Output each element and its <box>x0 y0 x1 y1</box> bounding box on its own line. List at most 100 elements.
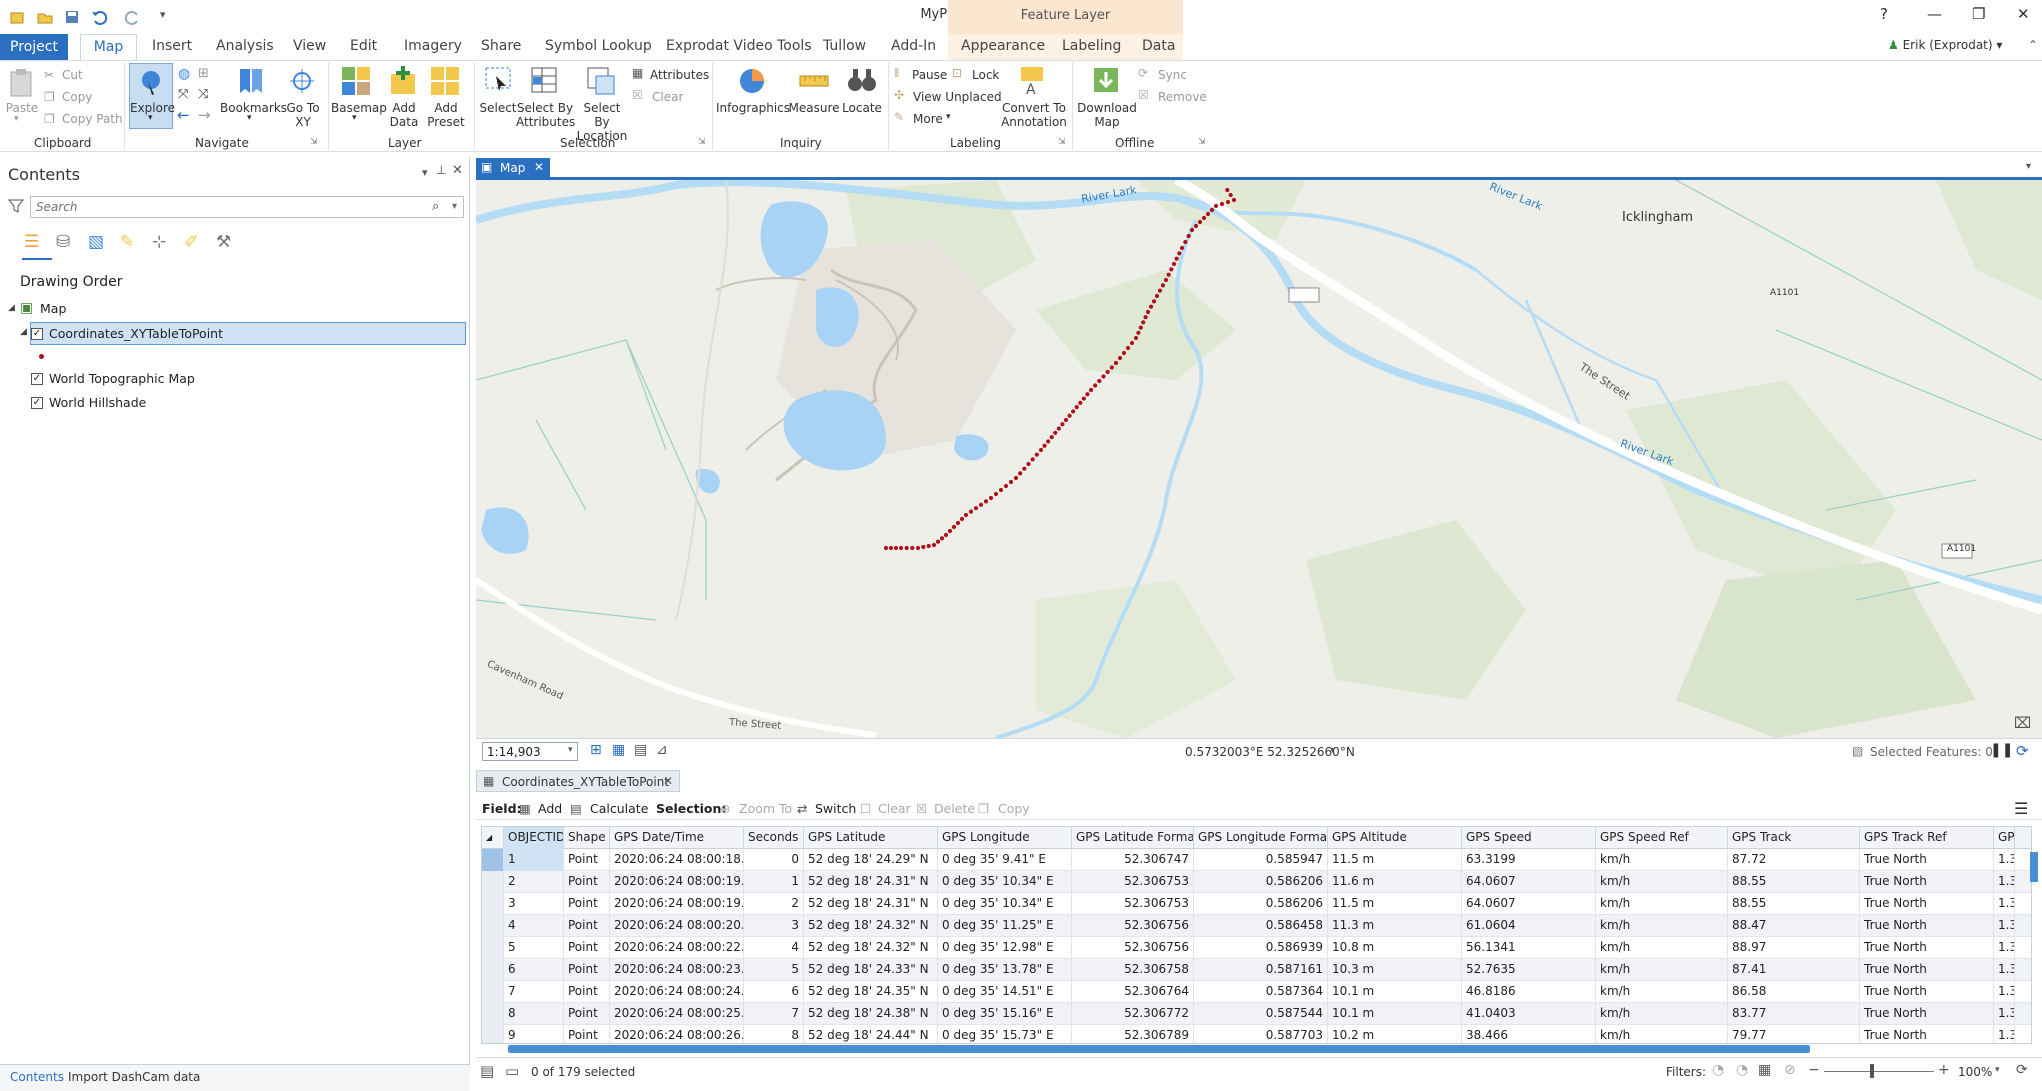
row-selector[interactable] <box>482 959 504 981</box>
add-data-button[interactable]: Add Data <box>383 101 425 129</box>
table-cell[interactable]: 52.306753 <box>1072 893 1194 915</box>
pane-menu-icon[interactable]: ▾ <box>422 166 428 179</box>
table-cell[interactable]: 52.7635 <box>1462 959 1596 981</box>
table-cell[interactable]: 1 <box>504 849 564 871</box>
table-cell[interactable]: 52 deg 18' 24.33" N <box>804 959 938 981</box>
gps-point[interactable] <box>888 545 894 551</box>
paste-icon[interactable] <box>5 66 39 100</box>
table-cell[interactable]: 52.306756 <box>1072 937 1194 959</box>
copy-path-button[interactable]: Copy Path <box>62 112 123 126</box>
labeling-launcher-icon[interactable]: ⇲ <box>1058 137 1066 147</box>
gps-point[interactable] <box>1088 387 1094 393</box>
gps-point[interactable] <box>1151 299 1157 304</box>
sync-button[interactable]: Sync <box>1158 68 1187 82</box>
gps-point[interactable] <box>1046 439 1051 444</box>
table-cell[interactable]: km/h <box>1596 915 1728 937</box>
gps-point[interactable] <box>1026 461 1031 467</box>
zoom-slider-thumb[interactable] <box>1870 1064 1874 1078</box>
table-cell[interactable]: 0 <box>744 849 804 871</box>
row-selector[interactable] <box>482 871 504 893</box>
gps-point[interactable] <box>1201 215 1207 221</box>
table-cell[interactable]: True North <box>1860 893 1994 915</box>
gps-point[interactable] <box>1093 383 1098 388</box>
gps-point[interactable] <box>1174 256 1179 261</box>
gps-point[interactable] <box>1056 426 1061 431</box>
refresh-table-icon[interactable]: ⟳ <box>2016 1062 2028 1078</box>
table-cell[interactable]: 0 deg 35' 9.41" E <box>938 849 1072 871</box>
table-cell[interactable]: True North <box>1860 1025 1994 1043</box>
copy-button[interactable]: Copy <box>62 90 92 104</box>
pause-labels-button[interactable]: Pause <box>912 68 947 82</box>
column-header[interactable]: Shape <box>564 827 610 849</box>
table-cell[interactable]: 0 deg 35' 10.34" E <box>938 893 1072 915</box>
column-header[interactable]: GPS Longitude Format <box>1194 827 1328 849</box>
table-view-icon[interactable]: ▤ <box>634 742 647 758</box>
layer-visibility-checkbox[interactable]: ✓ <box>31 328 43 340</box>
next-extent-icon[interactable]: → <box>198 106 211 124</box>
close-pane-icon[interactable]: ✕ <box>452 163 463 178</box>
pause-drawing-icon[interactable]: ❚❚ <box>1990 742 2013 758</box>
gps-point[interactable] <box>988 495 994 501</box>
gps-point[interactable] <box>1113 360 1119 366</box>
row-selector[interactable] <box>482 981 504 1003</box>
gps-point[interactable] <box>1101 374 1106 379</box>
zoom-slider-track[interactable] <box>1824 1071 1934 1072</box>
gps-point[interactable] <box>959 516 965 522</box>
gps-point[interactable] <box>1071 409 1076 414</box>
convert-to-annotation-button[interactable]: Convert To Annotation <box>1000 101 1068 129</box>
snapping-icon[interactable]: ⊞ <box>590 742 602 758</box>
gps-point[interactable] <box>1141 320 1146 325</box>
table-options-menu-icon[interactable]: ☰ <box>2014 799 2028 818</box>
table-cell[interactable]: 0.587161 <box>1194 959 1328 981</box>
table-cell[interactable]: 1.31 <box>1994 1003 2015 1025</box>
table-cell[interactable]: 64.0607 <box>1462 871 1596 893</box>
filter-icon[interactable] <box>8 198 24 214</box>
gps-point[interactable] <box>1209 207 1215 213</box>
tab-exprodat-video-tools[interactable]: Exprodat Video Tools <box>666 38 812 54</box>
table-cell[interactable]: 3 <box>504 893 564 915</box>
more-labeling-button[interactable]: More <box>913 112 943 126</box>
gps-point[interactable] <box>1163 277 1169 283</box>
selection-view-icon[interactable]: ▧ <box>88 232 104 252</box>
table-cell[interactable]: True North <box>1860 915 1994 937</box>
filter-extent-icon[interactable]: ◔ <box>1712 1062 1724 1078</box>
collapse-ribbon-icon[interactable]: ⌃ <box>2028 38 2038 52</box>
table-cell[interactable]: 64.0607 <box>1462 893 1596 915</box>
table-cell[interactable]: 2 <box>744 893 804 915</box>
table-cell[interactable]: 1.31 <box>1994 981 2015 1003</box>
column-header[interactable]: GPS Altitude <box>1328 827 1462 849</box>
table-cell[interactable]: 2020:06:24 08:00:18.00Z <box>610 849 744 871</box>
table-cell[interactable]: 1.32 <box>1994 893 2015 915</box>
table-cell[interactable]: 6 <box>744 981 804 1003</box>
gps-point[interactable] <box>898 545 904 551</box>
add-preset-button[interactable]: Add Preset <box>424 101 468 129</box>
layer-name[interactable]: World Topographic Map <box>49 371 195 386</box>
gps-point[interactable] <box>1022 466 1027 471</box>
switch-selection-button[interactable]: Switch <box>815 801 856 816</box>
table-cell[interactable]: 10.2 m <box>1328 1025 1462 1043</box>
selection-launcher-icon[interactable]: ⇲ <box>698 137 706 147</box>
table-cell[interactable]: 88.55 <box>1728 871 1860 893</box>
table-cell[interactable]: 1.32 <box>1994 871 2015 893</box>
gps-point[interactable] <box>1008 479 1014 485</box>
table-cell[interactable]: Point <box>564 849 610 871</box>
gps-point[interactable] <box>1213 203 1219 209</box>
gps-point[interactable] <box>915 545 921 551</box>
table-cell[interactable]: 11.5 m <box>1328 849 1462 871</box>
table-cell[interactable]: 8 <box>744 1025 804 1043</box>
table-cell[interactable]: 1.31 <box>1994 937 2015 959</box>
table-cell[interactable]: 41.0403 <box>1462 1003 1596 1025</box>
select-all-corner[interactable]: ◢ <box>482 827 504 849</box>
explore-dropdown-icon[interactable]: ▾ <box>148 113 153 123</box>
table-cell[interactable]: 1.31 <box>1994 1025 2015 1043</box>
row-selector[interactable] <box>482 937 504 959</box>
zoom-out-table-icon[interactable]: − <box>1808 1062 1820 1078</box>
row-selector[interactable] <box>482 1025 504 1043</box>
tab-view[interactable]: View <box>293 38 326 54</box>
correction-icon[interactable]: ⊿ <box>656 742 668 758</box>
contents-search-input[interactable] <box>30 196 464 218</box>
table-cell[interactable]: 9 <box>504 1025 564 1043</box>
calculate-button[interactable]: Calculate <box>590 801 648 816</box>
table-cell[interactable]: 52.306747 <box>1072 849 1194 871</box>
map-expand-icon[interactable]: ◢ <box>8 303 15 313</box>
